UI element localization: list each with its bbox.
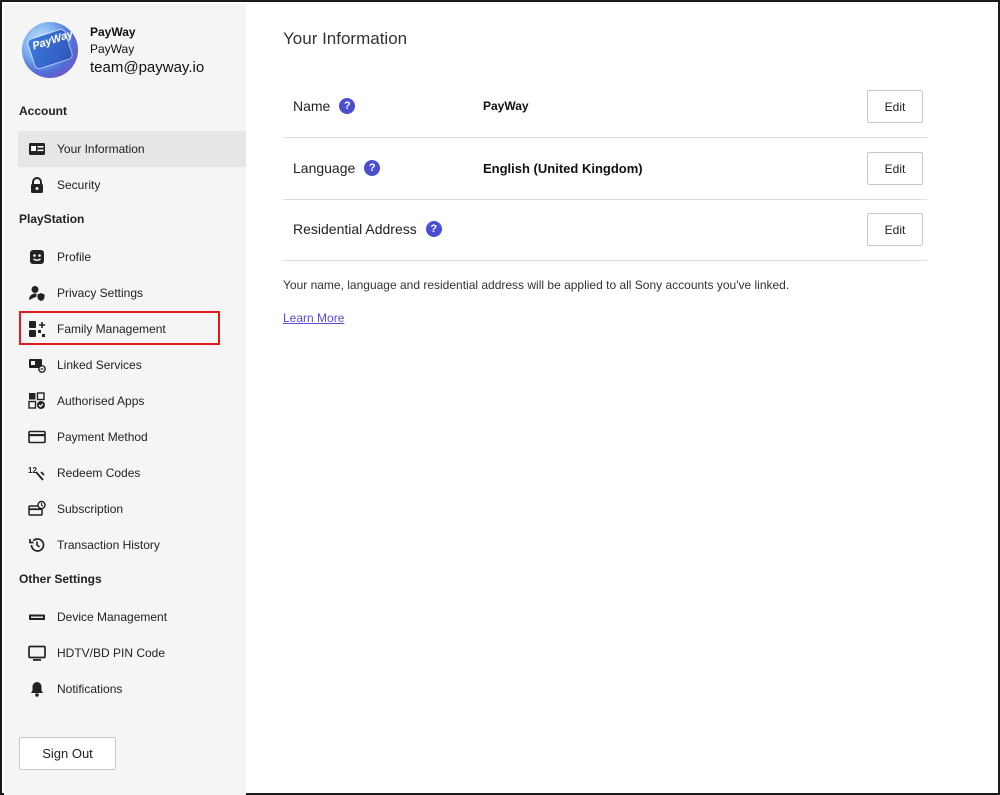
language-value: English (United Kingdom) [483, 161, 643, 176]
face-icon [28, 248, 46, 266]
edit-language-button[interactable]: Edit [867, 152, 923, 185]
language-label-text: Language [293, 160, 356, 176]
section-other-settings: Other Settings [19, 572, 102, 586]
sidebar-item-label: Notifications [57, 682, 123, 696]
sidebar-item-profile[interactable]: Profile [18, 239, 246, 275]
sidebar-item-label: Subscription [57, 502, 124, 516]
sidebar-item-label: Device Management [57, 610, 168, 624]
profile-name: PayWay [90, 25, 136, 39]
window-frame: PayWay PayWay PayWay team@payway.io Acco… [0, 0, 1000, 795]
id-card-icon [28, 140, 46, 158]
sidebar-item-security[interactable]: Security [18, 167, 246, 203]
name-label: Name ? [293, 98, 356, 114]
sidebar-item-label: Your Information [57, 142, 145, 156]
authorised-apps-icon [28, 392, 46, 410]
language-row: Language ? English (United Kingdom) Edit [283, 138, 927, 200]
lock-icon [28, 176, 46, 194]
page-title: Your Information [283, 29, 408, 48]
name-label-text: Name [293, 98, 331, 114]
avatar[interactable]: PayWay [22, 22, 78, 78]
sidebar-item-transaction-history[interactable]: Transaction History [18, 527, 246, 563]
language-label: Language ? [293, 160, 381, 176]
credit-card-icon [28, 428, 46, 446]
help-icon[interactable]: ? [364, 160, 381, 176]
residential-address-label-text: Residential Address [293, 221, 417, 237]
sidebar-item-label: Transaction History [57, 538, 160, 552]
linked-services-icon [28, 356, 46, 374]
residential-address-label: Residential Address ? [293, 221, 442, 237]
sidebar-item-label: Redeem Codes [57, 466, 141, 480]
profile-online-id: PayWay [90, 42, 135, 56]
name-row: Name ? PayWay Edit [283, 76, 927, 138]
sidebar-item-label: HDTV/BD PIN Code [57, 646, 166, 660]
sidebar-item-authorised-apps[interactable]: Authorised Apps [18, 383, 246, 419]
name-value: PayWay [483, 99, 529, 113]
sidebar-item-label: Security [57, 178, 101, 192]
edit-name-button[interactable]: Edit [867, 90, 923, 123]
sidebar: PayWay PayWay PayWay team@payway.io Acco… [4, 4, 246, 795]
sidebar-item-privacy-settings[interactable]: Privacy Settings [18, 275, 246, 311]
sidebar-item-label: Linked Services [57, 358, 142, 372]
console-icon [28, 608, 46, 626]
sidebar-item-label: Payment Method [57, 430, 148, 444]
sidebar-item-linked-services[interactable]: Linked Services [18, 347, 246, 383]
residential-address-row: Residential Address ? Edit [283, 199, 927, 261]
bell-icon [28, 680, 46, 698]
sidebar-item-label: Profile [57, 250, 92, 264]
profile-email: team@payway.io [90, 59, 205, 76]
history-icon [28, 536, 46, 554]
sidebar-item-payment-method[interactable]: Payment Method [18, 419, 246, 455]
learn-more-link[interactable]: Learn More [283, 311, 344, 325]
redeem-codes-icon: 12 [28, 464, 46, 482]
sidebar-item-device-management[interactable]: Device Management [18, 599, 246, 635]
section-account: Account [19, 104, 67, 118]
sidebar-item-label: Privacy Settings [57, 286, 144, 300]
sign-out-button[interactable]: Sign Out [19, 737, 116, 770]
sidebar-item-subscription[interactable]: Subscription [18, 491, 246, 527]
section-playstation: PlayStation [19, 212, 85, 226]
family-management-highlight [19, 311, 220, 345]
sidebar-item-notifications[interactable]: Notifications [18, 671, 246, 707]
monitor-icon [28, 644, 46, 662]
sidebar-item-redeem-codes[interactable]: 12 Redeem Codes [18, 455, 246, 491]
help-icon[interactable]: ? [425, 221, 442, 237]
sidebar-item-hdtv-bd-pin-code[interactable]: HDTV/BD PIN Code [18, 635, 246, 671]
subscription-icon [28, 500, 46, 518]
help-icon[interactable]: ? [339, 98, 356, 114]
info-text: Your name, language and residential addr… [283, 278, 790, 292]
svg-text:12: 12 [28, 466, 37, 475]
sidebar-item-your-information[interactable]: Your Information [18, 131, 246, 167]
edit-residential-address-button[interactable]: Edit [867, 213, 923, 246]
privacy-icon [28, 284, 46, 302]
sidebar-item-label: Authorised Apps [57, 394, 145, 408]
